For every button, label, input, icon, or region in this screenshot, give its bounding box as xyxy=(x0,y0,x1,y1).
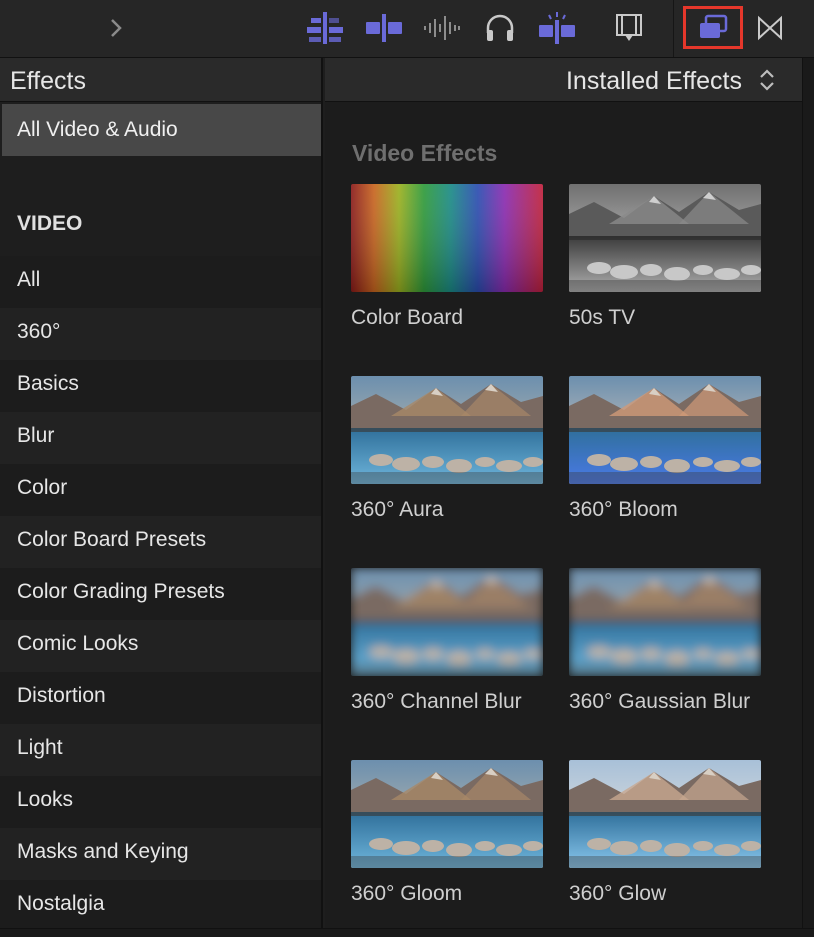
sidebar-item[interactable]: Color Grading Presets xyxy=(0,568,321,620)
effect-name: 50s TV xyxy=(569,306,636,329)
transitions-browser-icon[interactable] xyxy=(752,8,788,48)
sidebar-item[interactable]: Light xyxy=(0,724,321,776)
effects-browser: Video Effects Color Board 50s TV 360° Aura… xyxy=(325,102,802,928)
effect-thumbnail[interactable] xyxy=(351,184,543,292)
effect-thumbnail[interactable] xyxy=(569,568,761,676)
effect-name: 360° Bloom xyxy=(569,498,678,521)
effect-name: Color Board xyxy=(351,306,464,329)
effect-tile[interactable]: 360° Bloom xyxy=(569,376,761,523)
effect-tile[interactable]: 50s TV xyxy=(569,184,761,331)
effect-name: 360° Glow xyxy=(569,882,667,905)
effect-name: 360° Aura xyxy=(351,498,444,521)
effect-name: 360° Gaussian Blur xyxy=(569,690,751,713)
effect-tile[interactable]: 360° Aura xyxy=(351,376,543,523)
clip-appearance-icon[interactable] xyxy=(305,8,345,48)
sidebar-header: Effects xyxy=(0,58,323,102)
sidebar-item[interactable]: Basics xyxy=(0,360,321,412)
dropdown-label: Installed Effects xyxy=(565,67,742,95)
sidebar-item-label: All xyxy=(17,268,41,291)
sidebar-item-label: Masks and Keying xyxy=(17,840,189,863)
sidebar-item[interactable]: 360° xyxy=(0,308,321,360)
section-title: Video Effects xyxy=(352,140,498,166)
sidebar-item-label: All Video & Audio xyxy=(17,118,178,141)
sidebar-item-label: Nostalgia xyxy=(17,892,105,915)
effect-tile[interactable]: 360° Glow xyxy=(569,760,761,907)
effect-tile[interactable]: 360° Channel Blur xyxy=(351,568,543,715)
sidebar-title: Effects xyxy=(10,67,86,95)
effect-thumbnail[interactable] xyxy=(351,376,543,484)
sidebar-item-all-video-audio[interactable]: All Video & Audio xyxy=(2,104,321,156)
skimming-icon[interactable] xyxy=(537,8,577,48)
sidebar-item-label: Color Board Presets xyxy=(17,528,207,551)
sidebar-item-label: Looks xyxy=(17,788,74,811)
sidebar-item-label: 360° xyxy=(17,320,61,343)
scrollbar-track[interactable] xyxy=(802,58,814,928)
effect-thumbnail[interactable] xyxy=(351,568,543,676)
sidebar-item[interactable]: Color xyxy=(0,464,321,516)
effect-name: 360° Channel Blur xyxy=(351,690,522,713)
effect-thumbnail[interactable] xyxy=(569,760,761,868)
sidebar-item[interactable]: Looks xyxy=(0,776,321,828)
clip-split-icon[interactable] xyxy=(364,8,404,48)
sidebar-item-label: Basics xyxy=(17,372,79,395)
audio-waveform-icon[interactable] xyxy=(422,8,462,48)
effect-thumbnail[interactable] xyxy=(351,760,543,868)
chevron-updown-icon xyxy=(758,67,776,98)
toolbar-divider xyxy=(673,0,674,57)
sidebar-item[interactable]: Comic Looks xyxy=(0,620,321,672)
sidebar-item-label: Distortion xyxy=(17,684,106,707)
sidebar-item[interactable]: Nostalgia xyxy=(0,880,321,928)
effects-category-list: All Video & Audio VIDEO All 360° Basics Blu… xyxy=(0,102,323,928)
effect-tile[interactable]: 360° Gaussian Blur xyxy=(569,568,761,715)
sidebar-item-label: Color Grading Presets xyxy=(17,580,225,603)
headphones-icon[interactable] xyxy=(482,8,518,48)
sidebar-item-label: Comic Looks xyxy=(17,632,139,655)
toolbar xyxy=(0,0,814,58)
effect-tile[interactable]: Color Board xyxy=(351,184,543,331)
section-header-video: VIDEO xyxy=(17,212,83,235)
sidebar-item[interactable]: Distortion xyxy=(0,672,321,724)
sidebar-item[interactable]: Color Board Presets xyxy=(0,516,321,568)
sidebar-item-label: Blur xyxy=(17,424,55,447)
sidebar-item[interactable]: Blur xyxy=(0,412,321,464)
highlight-box xyxy=(683,6,743,49)
chevron-right-icon[interactable] xyxy=(104,8,128,48)
effect-name: 360° Gloom xyxy=(351,882,463,905)
effects-filter-dropdown[interactable]: Installed Effects xyxy=(325,58,802,102)
effect-thumbnail[interactable] xyxy=(569,184,761,292)
sidebar-item-label: Light xyxy=(17,736,63,759)
effect-thumbnail[interactable] xyxy=(569,376,761,484)
sidebar-item[interactable]: All xyxy=(0,256,321,308)
sidebar-item-label: Color xyxy=(17,476,68,499)
filmstrip-icon[interactable] xyxy=(612,8,646,48)
sidebar-item[interactable]: Masks and Keying xyxy=(0,828,321,880)
category-items: All 360° Basics Blur Color Color Board Preset… xyxy=(0,256,321,928)
effect-tile[interactable]: 360° Gloom xyxy=(351,760,543,907)
